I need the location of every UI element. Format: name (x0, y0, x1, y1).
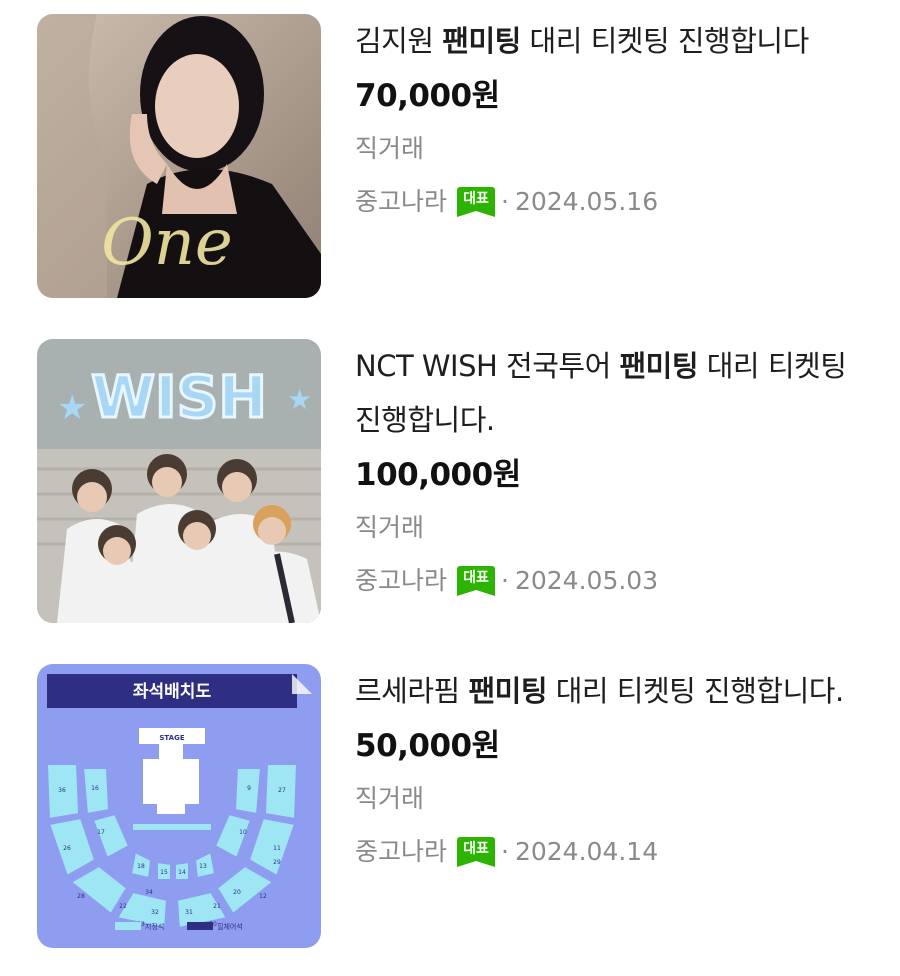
seat-section-label: 22 (119, 903, 127, 910)
stage-label: STAGE (159, 734, 184, 742)
seat-section-label: 27 (278, 787, 286, 794)
seat-map-image: 좌석배치도 STAGE 36 16 9 2717 102618112815 14… (37, 664, 321, 948)
listing-item[interactable]: One 김지원 팬미팅 대리 티켓팅 진행합니다 70,000원 직거래 중고나… (0, 14, 900, 304)
star-decoration-icon: ★ (287, 383, 312, 416)
legend-reserved-seat: 지정석 (145, 922, 164, 931)
seat-section-label: 18 (137, 863, 145, 870)
listing-item[interactable]: 좌석배치도 STAGE 36 16 9 27 17 10 26 18 11 28… (0, 664, 900, 954)
representative-badge: 대표 (457, 837, 496, 867)
listing-meta: 중고나라 대표 · 2024.04.14 (355, 824, 855, 880)
seat-section-label: 31 (185, 909, 193, 916)
listing-meta: 중고나라 대표 · 2024.05.16 (355, 174, 855, 230)
source-name: 중고나라 (355, 187, 448, 216)
seat-section-label: 12 (259, 893, 267, 900)
seat-section-label: 29 (273, 859, 281, 866)
seat-map-title: 좌석배치도 (133, 682, 212, 702)
seat-section-label: 20 (233, 889, 241, 896)
legend-wheelchair-seat: 힐체어석 (217, 922, 243, 931)
seat-section-label: 17 (97, 829, 105, 836)
seat-section-label: 36 (58, 787, 66, 794)
seat-section-label: 21 (213, 903, 221, 910)
separator-dot: · (501, 187, 509, 216)
thumbnail-image: WISH ★ ★ (37, 339, 321, 623)
listing-title[interactable]: 김지원 팬미팅 대리 티켓팅 진행합니다 (355, 14, 855, 68)
seat-section-label: 26 (63, 845, 71, 852)
source-name: 중고나라 (355, 837, 448, 866)
seat-section-label: 34 (145, 889, 153, 896)
listing-info: 김지원 팬미팅 대리 티켓팅 진행합니다 70,000원 직거래 중고나라 대표… (355, 14, 855, 230)
product-thumbnail[interactable]: One (37, 14, 321, 298)
seat-section-label: 11 (273, 845, 281, 852)
thumbnail-image: One (37, 14, 321, 298)
listing-info: NCT WISH 전국투어 팬미팅 대리 티켓팅 진행합니다. 100,000원… (355, 339, 855, 609)
deal-type: 직거래 (355, 784, 425, 813)
representative-badge: 대표 (457, 187, 496, 217)
seat-section-label: 13 (199, 863, 207, 870)
listing-price: 50,000원 (355, 728, 500, 764)
star-decoration-icon: ★ (57, 388, 87, 428)
seat-section-label: 16 (91, 785, 99, 792)
post-date: 2024.04.14 (514, 837, 659, 866)
post-date: 2024.05.16 (514, 187, 659, 216)
listing-title[interactable]: 르세라핌 팬미팅 대리 티켓팅 진행합니다. (355, 664, 855, 718)
source-name: 중고나라 (355, 566, 448, 595)
thumbnail-logo-text: WISH (91, 363, 267, 431)
product-thumbnail[interactable]: WISH ★ ★ (37, 339, 321, 623)
post-date: 2024.05.03 (514, 566, 659, 595)
seat-section-label: 32 (151, 909, 159, 916)
representative-badge: 대표 (457, 566, 496, 596)
deal-type: 직거래 (355, 134, 425, 163)
separator-dot: · (501, 566, 509, 595)
deal-type: 직거래 (355, 513, 425, 542)
listing-meta: 중고나라 대표 · 2024.05.03 (355, 553, 855, 609)
seat-section-label: 28 (77, 893, 85, 900)
seat-section-label: 10 (239, 829, 247, 836)
thumbnail-logo-text: One (101, 206, 233, 280)
listing-info: 르세라핌 팬미팅 대리 티켓팅 진행합니다. 50,000원 직거래 중고나라 … (355, 664, 855, 880)
listing-price: 70,000원 (355, 78, 500, 114)
listing-title[interactable]: NCT WISH 전국투어 팬미팅 대리 티켓팅 진행합니다. (355, 339, 855, 447)
listing-item[interactable]: WISH ★ ★ NCT WISH 전국투어 팬미팅 대리 티켓팅 진행합니다.… (0, 339, 900, 629)
seat-section-label: 14 (178, 869, 186, 876)
seat-section-label: 15 (160, 869, 168, 876)
listing-price: 100,000원 (355, 457, 521, 493)
seat-section-label: 9 (247, 785, 251, 792)
separator-dot: · (501, 837, 509, 866)
product-thumbnail[interactable]: 좌석배치도 STAGE 36 16 9 27 17 10 26 18 11 28… (37, 664, 321, 948)
